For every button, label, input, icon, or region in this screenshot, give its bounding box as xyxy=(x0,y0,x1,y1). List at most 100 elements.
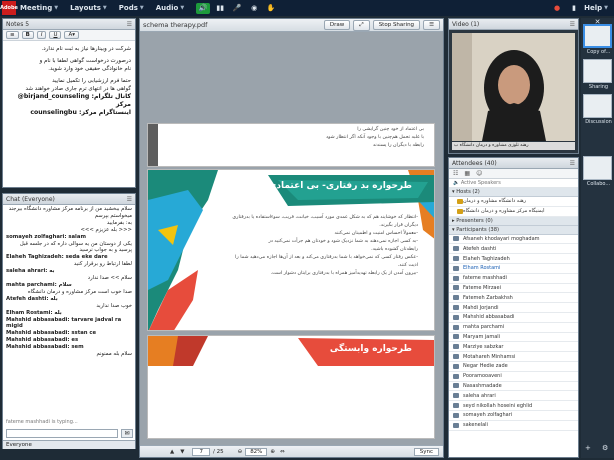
list-item[interactable]: Motahareh Minhamsi xyxy=(449,352,578,362)
list-item[interactable]: somayeh zolfaghari xyxy=(449,411,578,421)
slide-text-line: -به کسی اجازه نمی‌دهند به شما نزدیک شود … xyxy=(268,239,418,244)
microphone-icon[interactable]: 🎤 xyxy=(230,3,244,14)
video-title: Video xyxy=(452,20,469,28)
menu-meeting[interactable]: Meeting ▼ xyxy=(20,4,58,12)
participant-name: Maryam jamali xyxy=(463,333,501,340)
chat-message: Atefeh dashti: بله xyxy=(6,295,58,302)
pod-menu-icon[interactable]: ☰ xyxy=(127,196,132,203)
notes-line: گواهی ها در انتهای ترم جاری صادر خواهند … xyxy=(25,86,131,92)
layout-thumb-discussion[interactable] xyxy=(583,94,612,118)
presenters-section[interactable]: ▸ Presenters (0) xyxy=(449,216,578,226)
italic-icon[interactable]: I xyxy=(36,31,47,39)
sync-button[interactable]: Sync xyxy=(413,447,439,456)
participants-section[interactable]: ▾ Participants (38) xyxy=(449,225,578,235)
list-item[interactable]: Fatemeh Zarbakhsh xyxy=(449,293,578,304)
pod-menu-icon[interactable]: ☰ xyxy=(570,160,575,167)
record-icon[interactable]: ● xyxy=(550,3,564,14)
layout-thumb-copy[interactable] xyxy=(583,24,612,48)
grid-view-icon[interactable]: ▦ xyxy=(464,170,470,177)
settings-icon[interactable]: ⚙ xyxy=(602,444,608,452)
pod-menu-icon[interactable]: ☰ xyxy=(570,21,575,28)
layout-thumb-collaboration[interactable] xyxy=(583,156,612,180)
status-icon[interactable]: ☺ xyxy=(476,170,482,177)
list-item[interactable]: Elham Rostami xyxy=(449,264,578,274)
chevron-down-icon: ▼ xyxy=(180,5,185,11)
slide-strip xyxy=(148,124,158,166)
list-item[interactable]: mahta parchami xyxy=(449,323,578,333)
notes-line: حتما فرم ارزشیابی را تکمیل نمایید xyxy=(52,78,131,84)
menu-pods[interactable]: Pods ▼ xyxy=(119,4,144,12)
participant-name: Mahdi Jorjandi xyxy=(463,304,499,311)
fullscreen-icon[interactable]: ⤢ xyxy=(353,19,370,31)
list-item[interactable]: Fateme Mirzaei xyxy=(449,284,578,294)
send-icon[interactable]: ✉ xyxy=(121,429,133,438)
list-item[interactable]: Mahdi Jorjandi xyxy=(449,303,578,313)
chat-audience: (Everyone) xyxy=(21,195,55,203)
list-item[interactable]: ایمنیگاه مرکز مشاوره و درمان دانشگاه xyxy=(449,207,578,217)
participant-name: Fatemeh Zarbakhsh xyxy=(463,294,513,301)
next-page-icon[interactable]: ▼ xyxy=(180,449,184,455)
font-size-dropdown[interactable]: A▾ xyxy=(64,31,79,39)
bold-icon[interactable]: B xyxy=(21,31,34,39)
adobe-logo: Adobe xyxy=(0,1,18,15)
zoom-level[interactable]: 82% xyxy=(245,447,268,456)
menu-layouts[interactable]: Layouts ▼ xyxy=(70,4,107,12)
list-item[interactable]: Atefeh dashti xyxy=(449,244,578,255)
list-item[interactable]: Nasashmadade xyxy=(449,382,578,392)
participant-name: Pooramooaveni xyxy=(463,373,502,380)
chevron-down-icon: ▼ xyxy=(139,5,144,11)
pod-menu-icon[interactable]: ☰ xyxy=(423,20,440,30)
help-menu[interactable]: Help ▼ xyxy=(584,4,608,12)
stop-sharing-button[interactable]: Stop Sharing xyxy=(372,20,421,30)
list-item[interactable]: saleha ahrari xyxy=(449,391,578,402)
list-item[interactable]: sakenelali xyxy=(449,421,578,431)
participant-name: Mahshid abbasabadi xyxy=(463,314,515,321)
underline-icon[interactable]: U xyxy=(49,31,62,39)
webcam-icon[interactable]: ◉ xyxy=(247,3,261,14)
list-view-icon[interactable]: ☷ xyxy=(453,170,458,177)
list-item[interactable]: Marziye sabzkar xyxy=(449,342,578,353)
chat-input[interactable] xyxy=(6,429,118,438)
zoom-in-icon[interactable]: ⊕ xyxy=(270,449,275,455)
list-item[interactable]: Afsaneh khodayari moghadam xyxy=(449,235,578,245)
speaker-icon[interactable]: 🔊 xyxy=(196,2,211,14)
layout-thumb-sharing[interactable] xyxy=(583,59,612,83)
page-number-input[interactable]: 7 xyxy=(192,447,210,456)
list-item[interactable]: seyd nikollah hoseini eghlid xyxy=(449,401,578,411)
chat-message: Elham Rostami: بله xyxy=(6,309,62,316)
person-avatar xyxy=(452,33,575,141)
user-icon xyxy=(453,363,459,369)
list-item[interactable]: رهنه دانشگاه مشاوره و درمان xyxy=(449,197,578,207)
user-icon xyxy=(453,314,459,320)
share-toolbar: schema therapy.pdf Draw ⤢ Stop Sharing ☰ xyxy=(140,19,443,32)
menu-audio[interactable]: Audio ▼ xyxy=(156,4,184,12)
attendees-pod: Attendees (40) ☰ ☷ ▦ ☺ 🔈 Active Speakers ▾ … xyxy=(448,157,579,458)
video-pod: Video (1) ☰ رهنه تلوزی مشاوره و درمان دان… xyxy=(448,18,579,154)
list-item[interactable]: fateme mashhadi xyxy=(449,274,578,284)
slide-text-line: رابطه با دیگران را پسندند xyxy=(372,143,424,148)
slide-text-line: با غلبه تحمل هم‌چنین با وجود آنکه اگر ان… xyxy=(325,135,424,140)
chat-message: <<< بله عزیزم >>> xyxy=(80,226,132,233)
list-item[interactable]: Negar Hedie zade xyxy=(449,362,578,372)
list-item[interactable]: Elaheh Taghizadeh xyxy=(449,254,578,264)
list-item[interactable]: Mahshid abbasabadi xyxy=(449,313,578,323)
prev-page-icon[interactable]: ▲ xyxy=(170,449,174,455)
list-icon[interactable]: ≡ xyxy=(6,31,19,39)
user-icon xyxy=(453,275,459,281)
pod-menu-icon[interactable]: ☰ xyxy=(127,21,132,28)
chat-message: سلام ببخشید من از برنامه مرکز مشاوره دان… xyxy=(8,206,132,212)
list-item[interactable]: Pooramooaveni xyxy=(449,372,578,382)
slide-text-line: دیگران قرار بگیرند. xyxy=(379,223,418,228)
fit-width-icon[interactable]: ⇔ xyxy=(280,449,285,455)
chat-message: somayeh zolfaghari: salam xyxy=(6,233,86,240)
chat-audience-tab[interactable]: Everyone xyxy=(3,440,135,449)
host-icon xyxy=(457,208,463,214)
chat-pod: Chat (Everyone) ☰ سلام ببخشید من از برنام… xyxy=(2,193,136,449)
document-title: schema therapy.pdf xyxy=(143,21,208,29)
raise-hand-icon[interactable]: ✋ xyxy=(264,3,278,14)
zoom-out-icon[interactable]: ⊖ xyxy=(238,449,243,455)
add-layout-icon[interactable]: + xyxy=(585,444,591,452)
list-item[interactable]: Maryam jamali xyxy=(449,333,578,343)
hosts-section[interactable]: ▾ Hosts (2) xyxy=(449,188,578,197)
draw-button[interactable]: Draw xyxy=(323,20,351,30)
